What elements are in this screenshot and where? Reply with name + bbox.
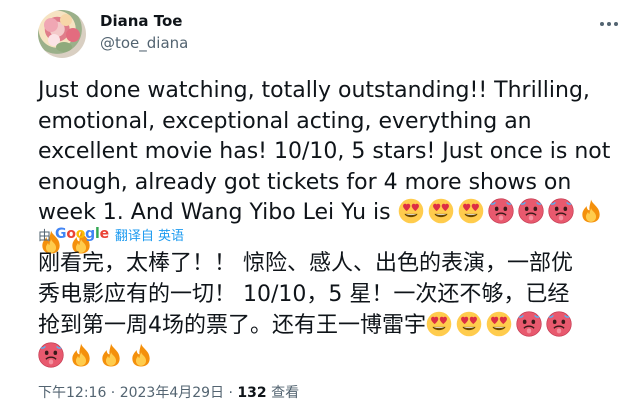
translated-line-text: 抢到第一周4场的票了。还有王一博雷宇: [38, 313, 426, 338]
fire-icon: [128, 342, 154, 368]
heart-eyes-icon: [398, 198, 424, 224]
view-count[interactable]: 132: [237, 385, 266, 401]
avatar[interactable]: [38, 10, 86, 58]
hot-face-icon: [516, 311, 542, 337]
hot-face-icon: [518, 198, 544, 224]
translated-line: [38, 341, 633, 372]
heart-eyes-icon: [428, 198, 454, 224]
translated-line: 秀电影应有的一切！ 10/10，5 星！一次还不够，已经: [38, 282, 570, 307]
google-logo[interactable]: Google: [55, 226, 109, 242]
translated-from-link[interactable]: 翻译自 英语: [115, 225, 184, 244]
heart-eyes-icon: [456, 311, 482, 337]
hot-face-icon: [548, 198, 574, 224]
fire-icon: [68, 342, 94, 368]
translation-by-label: 由: [38, 228, 52, 244]
hot-face-icon: [546, 311, 572, 337]
translated-line: 刚看完，太棒了！！ 惊险、感人、出色的表演，一部优: [38, 251, 573, 276]
hot-face-icon: [488, 198, 514, 224]
hot-face-icon: [38, 342, 64, 368]
view-label[interactable]: 查看: [267, 385, 299, 401]
translated-line: 抢到第一周4场的票了。还有王一博雷宇: [38, 310, 633, 341]
heart-eyes-icon: [486, 311, 512, 337]
heart-eyes-icon: [458, 198, 484, 224]
fire-icon: [578, 198, 604, 224]
more-options-icon[interactable]: [596, 14, 622, 34]
author-name[interactable]: Diana Toe: [100, 12, 182, 30]
translation-attribution: 由 Google 翻译自 英语: [38, 224, 184, 244]
timestamp[interactable]: 下午12:16 · 2023年4月29日 ·: [38, 385, 237, 401]
tweet-meta: 下午12:16 · 2023年4月29日 · 132 查看: [38, 382, 299, 402]
translated-text: 刚看完，太棒了！！ 惊险、感人、出色的表演，一部优 秀电影应有的一切！ 10/1…: [38, 248, 633, 372]
heart-eyes-icon: [426, 311, 452, 337]
fire-icon: [98, 342, 124, 368]
author-handle[interactable]: @toe_diana: [100, 34, 188, 52]
